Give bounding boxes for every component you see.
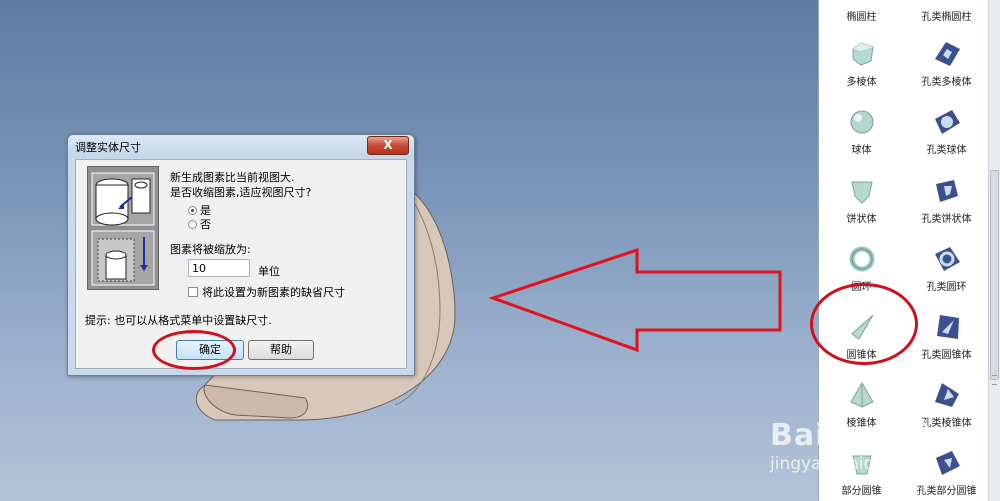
hole-torus-icon bbox=[935, 247, 960, 271]
library-item-label: 孔类饼状体 bbox=[921, 214, 972, 225]
sphere-icon bbox=[850, 110, 874, 134]
library-item-label: 部分圆锥 bbox=[841, 486, 882, 497]
dialog-title: 调整实体尺寸 bbox=[75, 141, 141, 154]
watermark: Baidu经验 jingyan.baidu.com bbox=[770, 410, 934, 474]
library-item-label: 饼状体 bbox=[846, 214, 877, 225]
pyramid-icon bbox=[850, 382, 874, 408]
library-item-label: 孔类圆环 bbox=[926, 282, 967, 293]
hole-pie-icon bbox=[936, 180, 958, 202]
highlight-ellipse-ok bbox=[152, 330, 236, 370]
library-item-label: 孔类多棱体 bbox=[921, 77, 972, 88]
hole-cone-icon bbox=[937, 315, 959, 339]
close-button[interactable]: X bbox=[367, 136, 409, 155]
resize-solid-dialog: 调整实体尺寸 X 新生成图素比当前视图大. 是否收缩图素,适应视图尺寸? 是 否… bbox=[67, 134, 415, 376]
elliptic-cylinder-icon bbox=[847, 0, 877, 4]
dialog-body: 新生成图素比当前视图大. 是否收缩图素,适应视图尺寸? 是 否 图素将被缩放为:… bbox=[75, 159, 407, 369]
library-item-hole-pie[interactable]: 孔类饼状体 bbox=[904, 172, 989, 240]
hole-pyramid-icon bbox=[935, 383, 959, 407]
watermark-url: jingyan.baidu.com bbox=[770, 454, 927, 474]
library-item-label: 多棱体 bbox=[846, 77, 877, 88]
library-item-label: 孔类椭圆柱 bbox=[921, 12, 972, 23]
radio-no-label: 否 bbox=[200, 218, 211, 231]
library-item-hole-elliptic-cylinder[interactable]: 孔类椭圆柱 bbox=[904, 0, 989, 38]
watermark-brand: Baidu经验 bbox=[770, 418, 934, 453]
library-item-hole-sphere[interactable]: 孔类球体 bbox=[904, 103, 989, 171]
radio-yes[interactable]: 是 bbox=[188, 203, 211, 217]
hole-elliptic-cylinder-icon bbox=[932, 0, 962, 4]
help-button[interactable]: 帮助 bbox=[248, 340, 314, 360]
dialog-titlebar[interactable]: 调整实体尺寸 X bbox=[68, 135, 414, 157]
library-item-sphere[interactable]: 球体 bbox=[819, 103, 904, 171]
radio-no-indicator[interactable] bbox=[188, 219, 197, 229]
hole-sphere-icon bbox=[935, 110, 960, 134]
library-item-label: 孔类球体 bbox=[926, 145, 967, 156]
radio-no[interactable]: 否 bbox=[188, 217, 211, 231]
radio-yes-indicator[interactable] bbox=[188, 205, 197, 215]
hole-polygon-prism-icon bbox=[935, 42, 960, 66]
message-line-2: 是否收缩图素,适应视图尺寸? bbox=[170, 186, 312, 199]
library-item-pie[interactable]: 饼状体 bbox=[819, 172, 904, 240]
library-item-hole-torus[interactable]: 孔类圆环 bbox=[904, 240, 989, 308]
default-size-checkbox-label: 将此设置为新图素的缺省尺寸 bbox=[202, 286, 345, 299]
library-item-label: 椭圆柱 bbox=[846, 12, 877, 23]
scale-label: 图素将被缩放为: bbox=[170, 243, 251, 256]
pie-icon bbox=[851, 181, 873, 204]
default-size-checkbox[interactable] bbox=[188, 287, 198, 297]
panel-scrollbar[interactable] bbox=[988, 0, 1000, 501]
library-item-elliptic-cylinder[interactable]: 椭圆柱 bbox=[819, 0, 904, 38]
scrollbar-thumb[interactable] bbox=[990, 170, 999, 380]
hole-partial-cone-icon bbox=[936, 451, 960, 475]
scale-input[interactable]: 10 bbox=[188, 259, 250, 277]
polygon-prism-icon bbox=[852, 42, 874, 66]
hint-text: 提示: 也可以从格式菜单中设置缺尺寸. bbox=[85, 314, 272, 327]
highlight-ellipse-cone bbox=[810, 283, 918, 365]
library-item-polygon-prism[interactable]: 多棱体 bbox=[819, 35, 904, 103]
scrollbar-grip-icon bbox=[992, 375, 997, 385]
library-item-label: 孔类圆锥体 bbox=[921, 350, 972, 361]
default-size-checkbox-row[interactable]: 将此设置为新图素的缺省尺寸 bbox=[188, 284, 345, 300]
library-item-label: 球体 bbox=[851, 145, 872, 156]
library-item-hole-polygon-prism[interactable]: 孔类多棱体 bbox=[904, 35, 989, 103]
message-line-1: 新生成图素比当前视图大. bbox=[170, 171, 295, 184]
resize-illustration-icon bbox=[87, 166, 159, 290]
unit-label: 单位 bbox=[258, 265, 280, 278]
library-item-label: 孔类部分圆锥 bbox=[916, 486, 977, 497]
torus-icon bbox=[849, 246, 875, 272]
